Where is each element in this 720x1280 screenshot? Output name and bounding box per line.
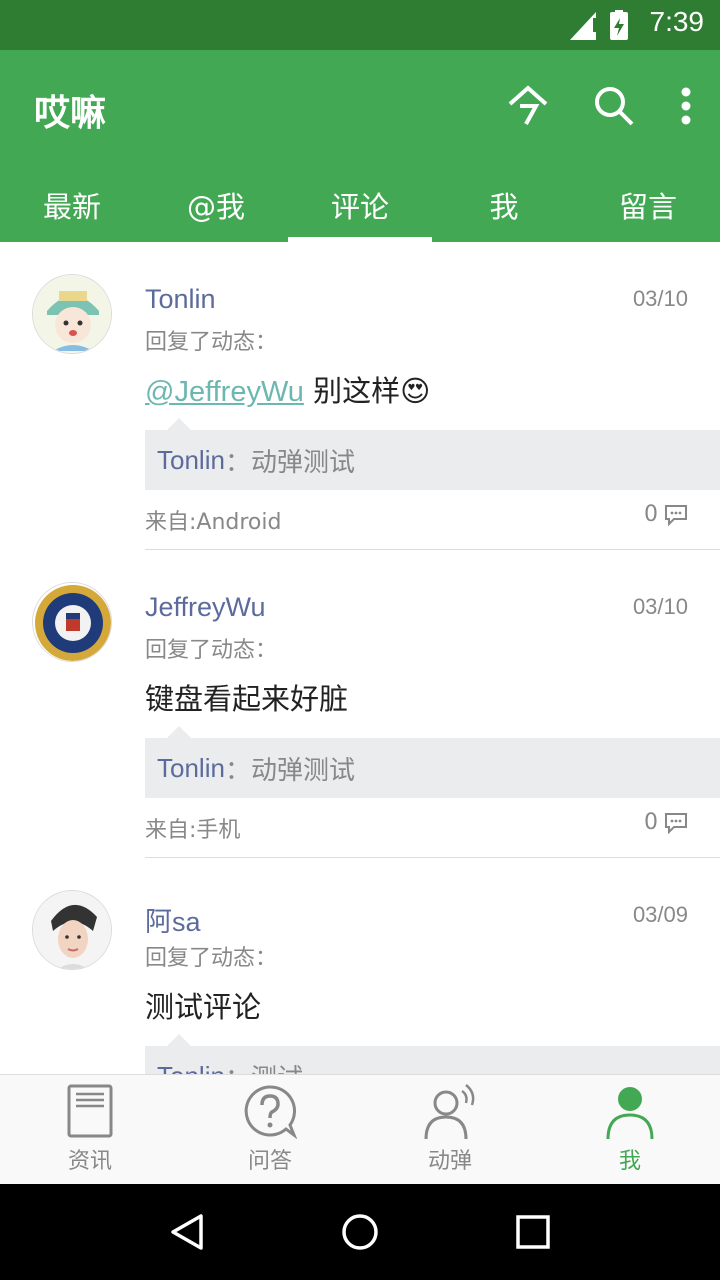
tab-row: 最新 @我 评论 我 留言	[0, 168, 720, 242]
more-vert-icon	[681, 87, 691, 125]
nav-me-label: 我	[618, 1149, 641, 1174]
tweet-icon	[424, 1084, 475, 1139]
status-bar: 7:39	[0, 0, 720, 50]
action-text: 回复了动态：	[145, 330, 278, 355]
nav-news[interactable]: 资讯	[0, 1075, 180, 1184]
quote-text: ：动弹测试	[224, 755, 355, 786]
nav-news-label: 资讯	[67, 1149, 112, 1174]
signal-battery-icon	[570, 10, 628, 40]
nav-tweet-label: 动弹	[427, 1149, 472, 1174]
tab-latest[interactable]: 最新	[0, 168, 144, 242]
profile-icon	[606, 1087, 654, 1139]
app-actions	[466, 82, 696, 130]
source-label: 来自:Android	[145, 510, 282, 535]
nav-me[interactable]: 我	[540, 1075, 720, 1184]
action-text: 回复了动态：	[145, 638, 278, 663]
quote-author[interactable]: Tonlin	[157, 1061, 225, 1075]
more-button[interactable]	[676, 82, 696, 130]
system-nav-bar	[0, 1184, 720, 1280]
tab-messages[interactable]: 留言	[576, 168, 720, 242]
list-item[interactable]: 阿sa 03/09 回复了动态： 测试评论 Tonlin：测试	[0, 858, 720, 1074]
app-title: 哎嘛	[34, 93, 107, 134]
quote-text: ：动弹测试	[224, 447, 355, 478]
quoted-tweet[interactable]: Tonlin：测试	[145, 1034, 720, 1075]
list-item[interactable]: JeffreyWu 03/10 回复了动态： 键盘看起来好脏 Tonlin ：动弹…	[0, 550, 720, 858]
post-date: 03/09	[632, 902, 688, 927]
comment-count[interactable]: 0	[644, 810, 688, 835]
tab-comments[interactable]: 评论	[288, 168, 432, 242]
tab-at-me[interactable]: @我	[144, 168, 288, 242]
comment-content: 测试评论	[145, 990, 262, 1024]
heart-eyes-emoji-icon: 😍	[400, 374, 431, 408]
comment-feed[interactable]: Tonlin 03/10 回复了动态： @JeffreyWu 别这样😍 Tonl…	[0, 242, 720, 1074]
avatar[interactable]	[32, 274, 112, 354]
bottom-nav: 资讯 问答 动弹 我	[0, 1074, 720, 1184]
comment-content: @JeffreyWu 别这样😍	[145, 368, 430, 410]
status-time: 7:39	[649, 6, 705, 37]
comment-text: 别这样	[303, 374, 401, 408]
today-button[interactable]	[504, 82, 552, 130]
avatar[interactable]	[32, 890, 112, 970]
comment-icon	[665, 504, 687, 526]
home-icon[interactable]	[340, 1212, 380, 1252]
quoted-tweet[interactable]: Tonlin ：动弹测试	[145, 418, 720, 490]
recents-icon[interactable]	[513, 1212, 553, 1252]
today-icon	[508, 85, 548, 125]
comment-count[interactable]: 0	[644, 502, 688, 527]
comment-icon	[665, 812, 687, 834]
quoted-tweet[interactable]: Tonlin ：动弹测试	[145, 726, 720, 798]
quote-author[interactable]: Tonlin	[157, 445, 225, 476]
action-text: 回复了动态：	[145, 946, 278, 971]
search-button[interactable]	[590, 82, 638, 130]
back-icon[interactable]	[167, 1212, 207, 1252]
nav-tweet[interactable]: 动弹	[360, 1075, 540, 1184]
user-name[interactable]: 阿sa	[145, 900, 201, 939]
nav-qa[interactable]: 问答	[180, 1075, 360, 1184]
news-icon	[67, 1084, 113, 1138]
quote-author[interactable]: Tonlin	[157, 753, 225, 784]
comment-count-value: 0	[644, 810, 658, 835]
post-date: 03/10	[632, 286, 688, 311]
tab-me[interactable]: 我	[432, 168, 576, 242]
post-date: 03/10	[632, 594, 688, 619]
nav-qa-label: 问答	[247, 1149, 292, 1174]
user-name[interactable]: Tonlin	[145, 284, 216, 315]
comment-content: 键盘看起来好脏	[145, 682, 349, 716]
list-item[interactable]: Tonlin 03/10 回复了动态： @JeffreyWu 别这样😍 Tonl…	[0, 242, 720, 550]
quote-text: ：测试	[225, 1058, 303, 1075]
question-icon	[244, 1085, 298, 1139]
search-icon	[595, 87, 634, 126]
app-bar: 哎嘛 最新 @我 评论 我 留言	[0, 50, 720, 242]
avatar[interactable]	[32, 582, 112, 662]
mention-link[interactable]: @JeffreyWu	[145, 376, 304, 408]
user-name[interactable]: JeffreyWu	[145, 592, 266, 623]
source-label: 来自:手机	[145, 818, 241, 843]
comment-count-value: 0	[644, 502, 658, 527]
